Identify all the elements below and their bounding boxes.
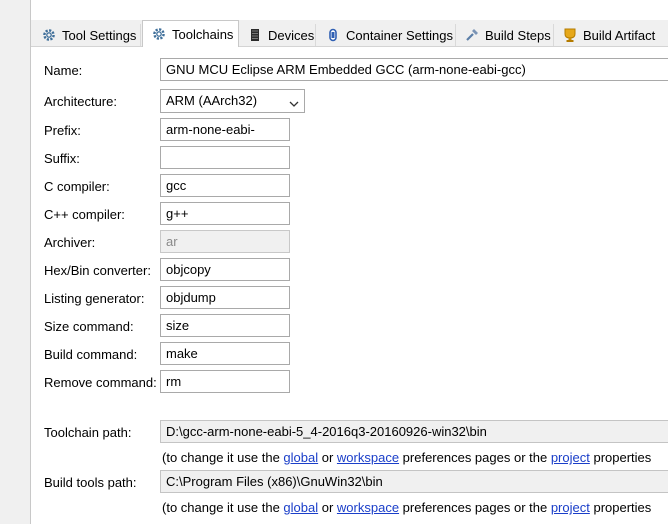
global-link[interactable]: global xyxy=(283,450,318,465)
note-text: (to change it use the xyxy=(162,450,284,465)
device-icon xyxy=(247,27,263,43)
chevron-down-icon xyxy=(289,96,299,111)
remove-command-field[interactable]: rm xyxy=(160,370,290,393)
archiver-label: Archiver: xyxy=(44,235,96,250)
panel-divider xyxy=(30,0,31,524)
left-panel-edge xyxy=(0,0,30,524)
build-command-label: Build command: xyxy=(44,347,138,362)
c-compiler-label: C compiler: xyxy=(44,179,110,194)
cpp-compiler-field[interactable]: g++ xyxy=(160,202,290,225)
note-text: properties xyxy=(589,450,652,465)
project-link[interactable]: project xyxy=(551,500,590,515)
c-compiler-field[interactable]: gcc xyxy=(160,174,290,197)
architecture-select[interactable]: ARM (AArch32) xyxy=(160,89,305,113)
tab-build-artifact[interactable]: Build Artifact xyxy=(554,24,668,46)
note-text: preferences pages or the xyxy=(399,500,551,515)
hexbin-label: Hex/Bin converter: xyxy=(44,263,151,278)
listing-field[interactable]: objdump xyxy=(160,286,290,309)
architecture-value: ARM (AArch32) xyxy=(166,93,258,108)
note-text: or xyxy=(318,500,337,515)
tab-toolchains[interactable]: Toolchains xyxy=(142,20,239,47)
build-command-field[interactable]: make xyxy=(160,342,290,365)
build-tools-path-field[interactable]: C:\Program Files (x86)\GnuWin32\bin xyxy=(160,470,668,493)
gear-icon xyxy=(151,26,167,42)
suffix-label: Suffix: xyxy=(44,151,80,166)
tab-devices[interactable]: Devices xyxy=(239,24,316,46)
note-text: (to change it use the xyxy=(162,500,284,515)
toolchain-path-field[interactable]: D:\gcc-arm-none-eabi-5_4-2016q3-20160926… xyxy=(160,420,668,443)
tab-label: Build Steps xyxy=(485,27,551,43)
archiver-field: ar xyxy=(160,230,290,253)
remove-command-label: Remove command: xyxy=(44,375,157,390)
gear-icon xyxy=(41,27,57,43)
tab-label: Tool Settings xyxy=(62,27,137,43)
container-icon xyxy=(325,27,341,43)
toolchain-path-note: (to change it use the global or workspac… xyxy=(162,450,651,465)
name-field[interactable]: GNU MCU Eclipse ARM Embedded GCC (arm-no… xyxy=(160,58,668,81)
tab-tool-settings[interactable]: Tool Settings xyxy=(33,24,141,46)
build-steps-icon xyxy=(464,27,480,43)
suffix-field[interactable] xyxy=(160,146,290,169)
tab-label: Toolchains xyxy=(172,26,234,42)
note-text: properties xyxy=(589,500,652,515)
note-text: preferences pages or the xyxy=(399,450,551,465)
toolchain-path-label: Toolchain path: xyxy=(44,425,132,440)
tab-build-steps[interactable]: Build Steps xyxy=(456,24,554,46)
note-text: or xyxy=(318,450,337,465)
size-label: Size command: xyxy=(44,319,134,334)
listing-label: Listing generator: xyxy=(44,291,145,306)
artifact-icon xyxy=(562,27,578,43)
build-tools-path-label: Build tools path: xyxy=(44,475,137,490)
tab-container-settings[interactable]: Container Settings xyxy=(317,24,456,46)
name-label: Name: xyxy=(44,63,83,78)
prefix-field[interactable]: arm-none-eabi- xyxy=(160,118,290,141)
workspace-link[interactable]: workspace xyxy=(337,450,399,465)
cpp-compiler-label: C++ compiler: xyxy=(44,207,125,222)
build-tools-path-note: (to change it use the global or workspac… xyxy=(162,500,651,515)
tab-label: Container Settings xyxy=(346,27,453,43)
prefix-label: Prefix: xyxy=(44,123,81,138)
hexbin-field[interactable]: objcopy xyxy=(160,258,290,281)
global-link[interactable]: global xyxy=(283,500,318,515)
tab-label: Build Artifact xyxy=(583,27,656,43)
tab-label: Devices xyxy=(268,27,315,43)
project-link[interactable]: project xyxy=(551,450,590,465)
architecture-label: Architecture: xyxy=(44,94,117,109)
workspace-link[interactable]: workspace xyxy=(337,500,399,515)
size-field[interactable]: size xyxy=(160,314,290,337)
